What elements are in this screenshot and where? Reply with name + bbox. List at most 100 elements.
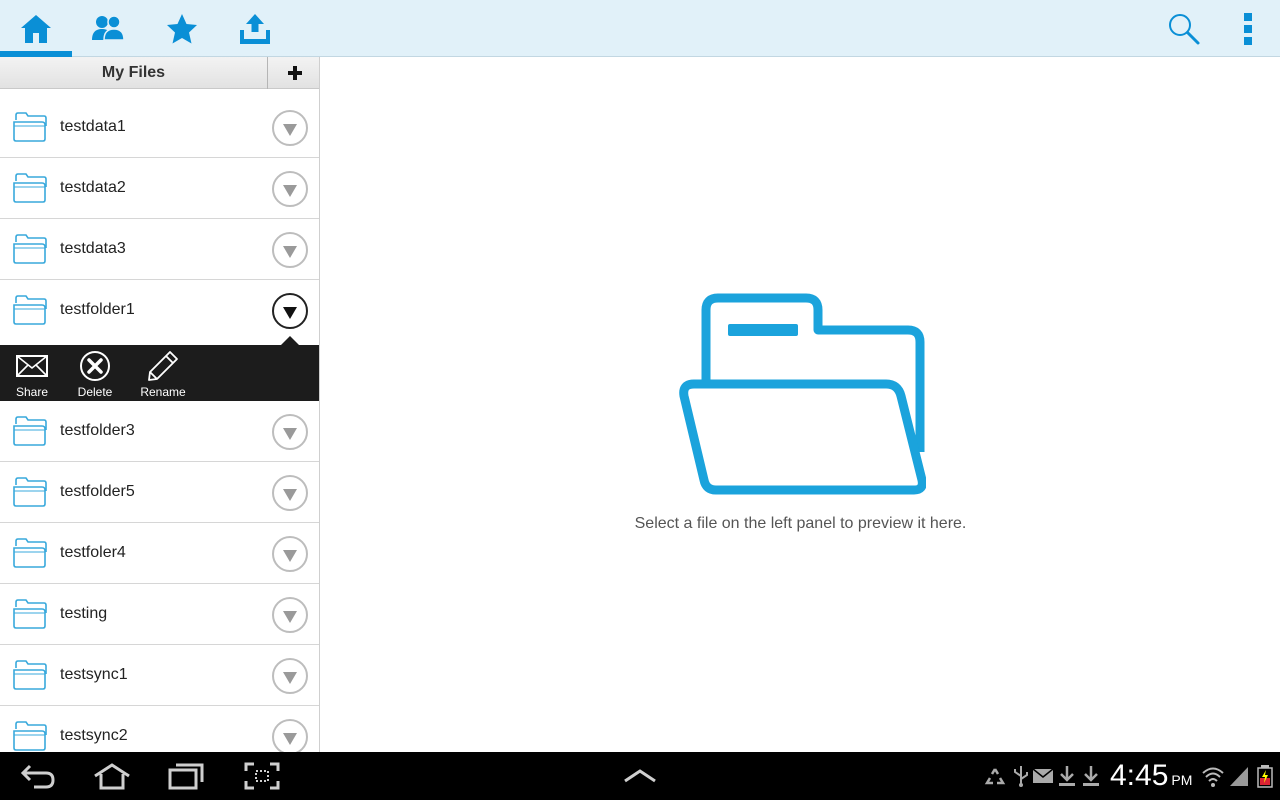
chevron-down-icon [283,671,297,684]
item-options-button[interactable] [272,171,308,207]
folder-icon [13,477,47,507]
chevron-down-icon [283,184,297,197]
delete-button[interactable]: Delete [74,345,116,401]
folder-icon [13,599,47,629]
overflow-menu-icon [1244,12,1252,45]
app-window: My Files testdata1 testdata2 testdata3 test… [0,0,1280,800]
rename-label: Rename [140,385,186,399]
clock-time: 4:45 [1110,759,1169,792]
folder-icon [13,538,47,568]
folder-icon [13,416,47,446]
search-icon [1169,13,1200,44]
preview-hint: Select a file on the left panel to previ… [634,515,967,532]
screenshot-button[interactable] [238,758,286,794]
file-row[interactable]: testsync1 [0,645,319,706]
file-name: testdata3 [60,240,126,257]
file-row[interactable]: testdata3 [0,219,319,280]
plus-icon [287,66,302,80]
item-options-button[interactable] [272,232,308,268]
usb-icon [1014,766,1028,787]
search-button[interactable] [1156,0,1212,57]
chevron-down-icon [283,306,297,319]
rename-button[interactable]: Rename [138,345,188,401]
chevron-down-icon [283,245,297,258]
download-icon-2 [1083,766,1099,786]
file-name: testing [60,605,108,622]
tab-people[interactable] [72,0,144,57]
item-options-button[interactable] [272,597,308,633]
popup-pointer [281,336,299,345]
home-nav-icon [94,763,130,790]
action-bar [0,0,1280,57]
chevron-up-icon [624,769,656,783]
home-button[interactable] [88,758,136,794]
item-actions-bar: Share Delete Rename [0,336,319,401]
folder-placeholder-icon [679,293,926,495]
file-row[interactable]: testfolder3 [0,401,319,462]
chevron-down-icon [283,427,297,440]
status-clock: 4:45 PM [1110,758,1192,798]
item-options-button[interactable] [272,414,308,450]
file-row[interactable]: testfolder1 [0,280,319,341]
add-button[interactable] [269,57,319,89]
chevron-down-icon [283,123,297,136]
envelope-icon [16,355,48,377]
file-name: testfolder3 [60,422,135,439]
folder-icon [13,721,47,751]
upload-icon [240,13,270,44]
file-row[interactable]: testfolder5 [0,462,319,523]
file-name: testsync2 [60,727,128,744]
back-button[interactable] [14,758,62,794]
back-icon [20,764,55,789]
pencil-icon [148,351,178,381]
file-name: testfolder1 [60,301,135,318]
folder-icon [13,112,47,142]
folder-icon [13,173,47,203]
folder-icon [13,295,47,325]
email-icon [1032,768,1054,783]
home-icon [21,14,51,43]
chevron-down-icon [283,610,297,623]
signal-icon [1230,767,1248,786]
recent-apps-button[interactable] [162,758,210,794]
tab-upload[interactable] [219,0,291,57]
item-options-button[interactable] [272,475,308,511]
battery-icon [1257,765,1273,788]
file-name: testdata2 [60,179,126,196]
file-row[interactable]: testfoler4 [0,523,319,584]
file-row[interactable]: testdata2 [0,158,319,219]
chevron-down-icon [283,488,297,501]
item-options-button[interactable] [272,719,308,752]
clock-ampm: PM [1171,772,1193,788]
file-row[interactable]: testsync2 [0,706,319,752]
delete-label: Delete [77,385,113,399]
file-name: testfolder5 [60,483,135,500]
file-row[interactable]: testdata1 [0,97,319,158]
file-row[interactable]: testing [0,584,319,645]
item-options-button[interactable] [272,293,308,329]
wifi-icon [1202,767,1224,787]
item-options-button[interactable] [272,110,308,146]
file-name: testdata1 [60,118,126,135]
app-tray-button[interactable] [616,758,664,794]
share-label: Share [15,385,49,399]
delete-icon [80,351,110,381]
chevron-down-icon [283,549,297,562]
item-options-button[interactable] [272,536,308,572]
tab-home[interactable] [0,0,72,57]
people-icon [92,14,125,41]
preview-panel: Select a file on the left panel to previ… [321,57,1280,752]
share-button[interactable]: Share [12,345,52,401]
chevron-down-icon [283,732,297,745]
item-options-button[interactable] [272,658,308,694]
panel-title: My Files [0,57,268,89]
folder-icon [13,660,47,690]
file-name: testsync1 [60,666,128,683]
star-icon [167,13,197,43]
overflow-menu-button[interactable] [1220,0,1276,57]
file-list: testdata1 testdata2 testdata3 testfolder1 Sh… [0,97,319,752]
folder-icon [13,234,47,264]
tab-favorites[interactable] [146,0,218,57]
system-navigation-bar: 4:45 PM [0,752,1280,800]
recent-apps-icon [168,763,204,790]
